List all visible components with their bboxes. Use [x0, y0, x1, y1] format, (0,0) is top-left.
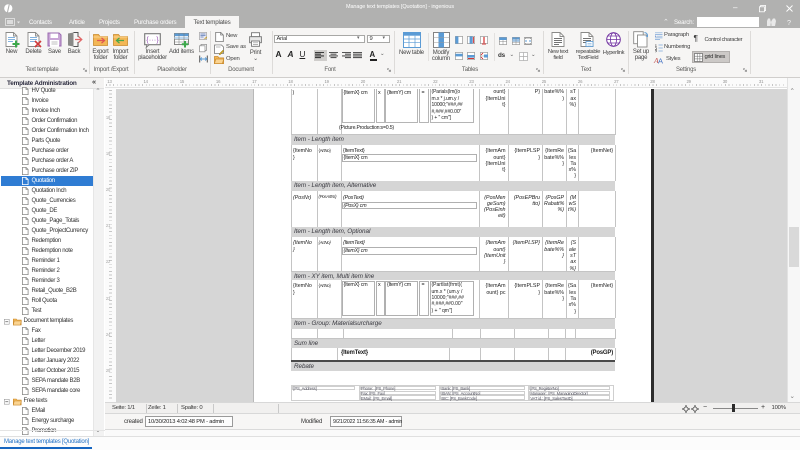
svg-text:A: A [658, 56, 663, 65]
svg-text:{···}: {···} [146, 35, 159, 44]
